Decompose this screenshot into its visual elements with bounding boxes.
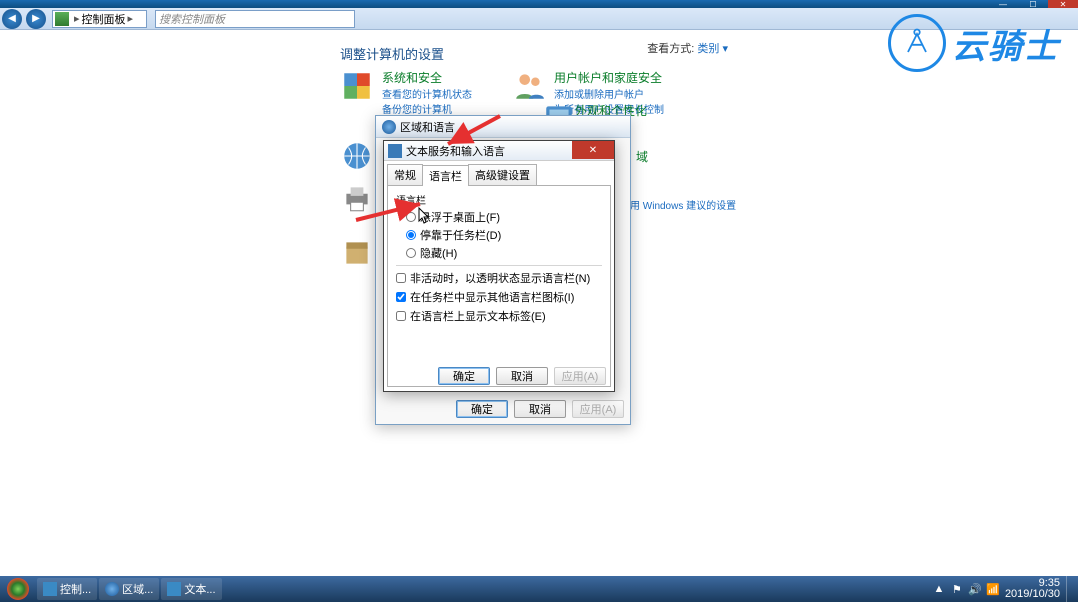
show-desktop-button[interactable] (1066, 576, 1072, 602)
tray-volume-icon[interactable]: 🔊 (969, 583, 981, 595)
breadcrumb-item[interactable]: 控制面板 (82, 11, 126, 27)
start-button[interactable] (0, 576, 36, 602)
box-icon (340, 236, 374, 270)
maximize-button[interactable]: ☐ (1018, 0, 1048, 8)
breadcrumb-sep: ▸ (128, 12, 134, 25)
globe-icon (382, 120, 396, 134)
dialog-text-services: 文本服务和输入语言 ✕ 常规 语言栏 高级键设置 语言栏 悬浮于桌面上(F) 停… (383, 140, 615, 392)
control-panel-icon (55, 12, 69, 26)
tray-overflow-icon[interactable]: ▲ (933, 583, 945, 595)
keyboard-icon (167, 582, 181, 596)
apply-button[interactable]: 应用(A) (572, 400, 624, 418)
radio-hidden[interactable]: 隐藏(H) (406, 245, 602, 261)
system-tray: ▲ ⚑ 🔊 📶 9:35 2019/10/30 (927, 576, 1078, 602)
keyboard-icon (388, 144, 402, 158)
tray-flag-icon[interactable]: ⚑ (951, 583, 963, 595)
watermark-text: 云骑士 (952, 19, 1060, 68)
people-icon (512, 69, 546, 103)
close-button[interactable]: ✕ (1048, 0, 1078, 8)
tab-language-bar[interactable]: 语言栏 (422, 165, 469, 186)
group-label: 语言栏 (396, 192, 602, 207)
watermark: 云骑士 (888, 14, 1060, 72)
taskbar-item-control-panel[interactable]: 控制... (37, 578, 97, 600)
view-mode[interactable]: 查看方式: 类别 ▾ (647, 40, 728, 56)
shield-icon (340, 69, 374, 103)
watermark-logo-icon (888, 14, 946, 72)
globe-icon (340, 139, 374, 173)
category-clock-region-tail[interactable]: 域 (636, 148, 648, 165)
tray-clock[interactable]: 9:35 2019/10/30 (1005, 578, 1060, 600)
nav-forward-button[interactable]: ▶ (26, 9, 46, 29)
address-bar[interactable]: ▸ 控制面板 ▸ (52, 10, 147, 28)
dialog-title-text[interactable]: 文本服务和输入语言 ✕ (384, 141, 614, 161)
cancel-button[interactable]: 取消 (514, 400, 566, 418)
control-panel-icon (43, 582, 57, 596)
start-orb-icon (7, 578, 29, 600)
radio-dock-taskbar[interactable]: 停靠于任务栏(D) (406, 227, 602, 243)
tab-strip: 常规 语言栏 高级键设置 (387, 164, 611, 185)
window-titlebar: — ☐ ✕ (0, 0, 1078, 8)
minimize-button[interactable]: — (988, 0, 1018, 8)
cancel-button[interactable]: 取消 (496, 367, 548, 385)
apply-button[interactable]: 应用(A) (554, 367, 606, 385)
dialog-title-region: 区域和语言 (376, 116, 630, 138)
check-show-extra-icons[interactable]: 在任务栏中显示其他语言栏图标(I) (396, 289, 602, 305)
ok-button[interactable]: 确定 (438, 367, 490, 385)
check-transparent-inactive[interactable]: 非活动时，以透明状态显示语言栏(N) (396, 270, 602, 286)
taskbar: 控制... 区域... 文本... ▲ ⚑ 🔊 📶 9:35 2019/10/3… (0, 576, 1078, 602)
category-ease-access-link[interactable]: 使用 Windows 建议的设置 (620, 197, 736, 212)
tab-general[interactable]: 常规 (387, 164, 423, 185)
globe-icon (105, 582, 119, 596)
taskbar-item-text-services[interactable]: 文本... (161, 578, 221, 600)
nav-back-button[interactable]: ◀ (2, 9, 22, 29)
radio-float-desktop[interactable]: 悬浮于桌面上(F) (406, 209, 602, 225)
tray-network-icon[interactable]: 📶 (987, 583, 999, 595)
printer-icon (340, 181, 374, 215)
taskbar-item-region[interactable]: 区域... (99, 578, 159, 600)
breadcrumb-sep: ▸ (74, 12, 80, 25)
ok-button[interactable]: 确定 (456, 400, 508, 418)
check-show-text-labels[interactable]: 在语言栏上显示文本标签(E) (396, 308, 602, 324)
dialog-close-button[interactable]: ✕ (572, 141, 614, 159)
tab-advanced-keys[interactable]: 高级键设置 (468, 164, 537, 185)
search-input[interactable]: 搜索控制面板 (155, 10, 355, 28)
search-placeholder: 搜索控制面板 (159, 11, 225, 27)
tab-pane: 语言栏 悬浮于桌面上(F) 停靠于任务栏(D) 隐藏(H) 非活动时，以透明状态… (387, 185, 611, 387)
